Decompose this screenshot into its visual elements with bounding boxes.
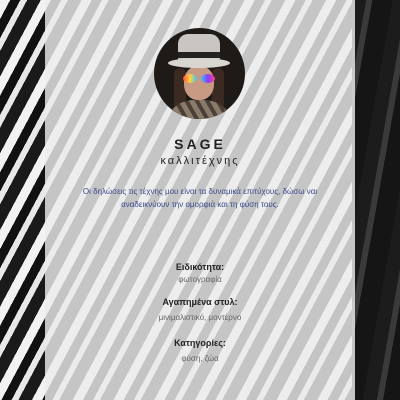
profile-name: SAGE	[174, 136, 226, 152]
styles-label: Αγαπημένα στυλ:	[162, 297, 238, 307]
profile-card: SAGE καλλιτέχνης Οι δηλώσεις τις τέχνης …	[45, 0, 355, 400]
categories-label: Κατηγορίες:	[174, 338, 226, 348]
background-shade	[352, 0, 400, 400]
avatar-glasses	[201, 74, 215, 83]
profile-role: καλλιτέχνης	[160, 155, 240, 167]
profile-description: Οι δηλώσεις τις τέχνης μου είναι τα δυνα…	[82, 187, 318, 209]
specialty-value: φωτογραφία	[178, 275, 222, 284]
avatar-glasses	[183, 74, 197, 83]
avatar-hat-brim	[168, 58, 230, 68]
avatar	[154, 28, 245, 119]
avatar-face	[184, 66, 214, 100]
styles-value: μινιμαλιστικό, μοντέρνο	[158, 313, 242, 322]
specialty-label: Ειδικότητα:	[175, 262, 225, 272]
categories-value: φύση, ζώα	[181, 354, 219, 363]
